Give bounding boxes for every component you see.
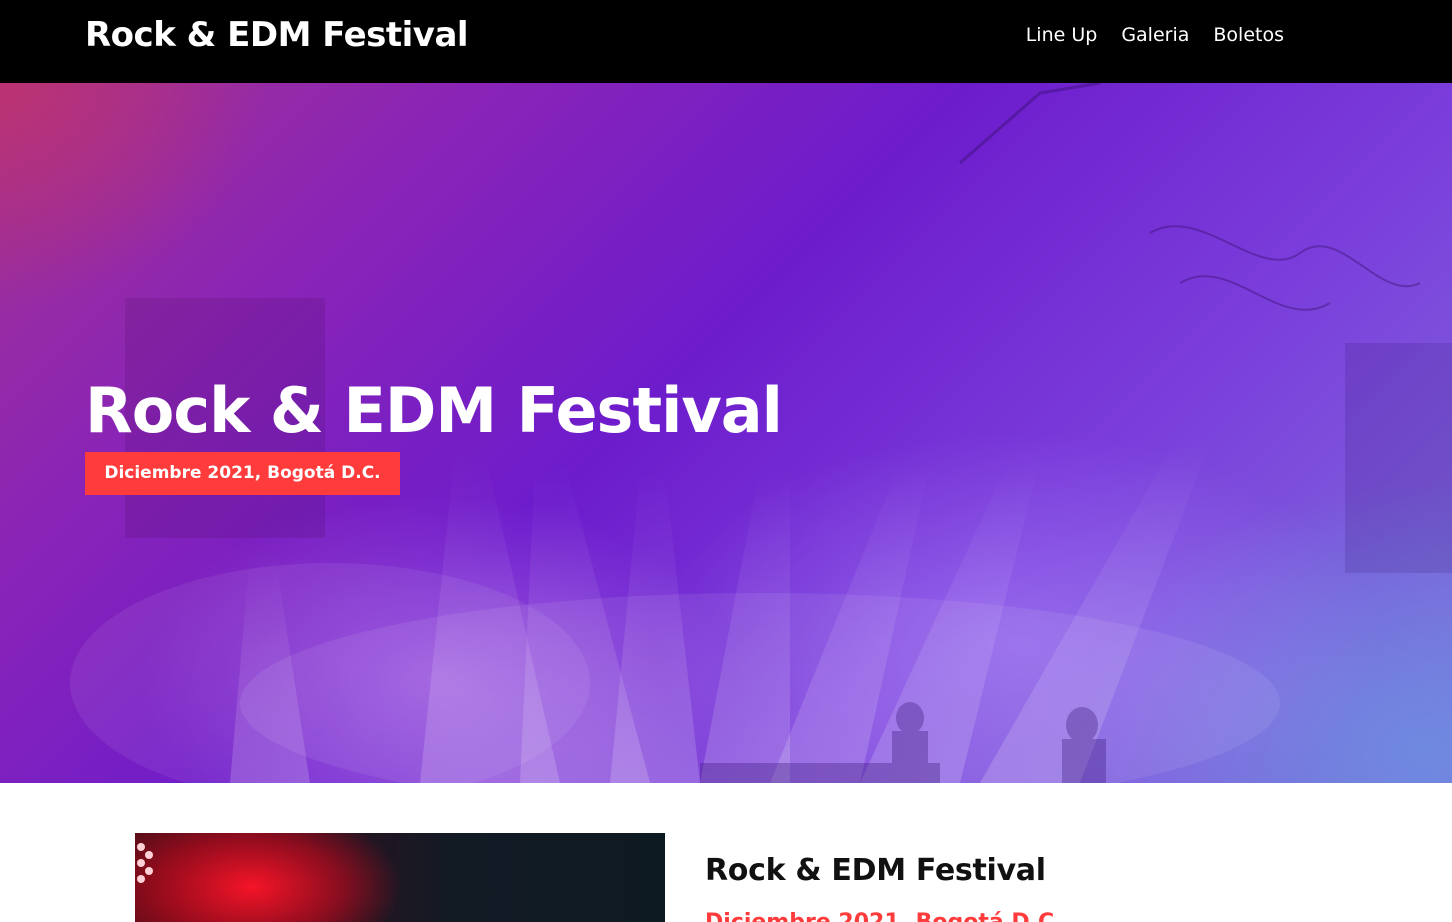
nav-link-galeria[interactable]: Galeria [1121,22,1189,48]
nav-link-boletos[interactable]: Boletos [1213,22,1284,48]
intro-concert-image [135,833,665,922]
site-header: Rock & EDM Festival Line Up Galeria Bole… [0,0,1452,83]
intro-title: Rock & EDM Festival [705,853,1046,888]
hero-date-badge: Diciembre 2021, Bogotá D.C. [85,452,400,495]
intro-date-text: Diciembre 2021, Bogotá D.C. [705,908,1063,922]
main-nav: Line Up Galeria Boletos [1026,22,1284,48]
hero-section: Rock & EDM Festival Diciembre 2021, Bogo… [0,83,1452,783]
stage-lights-icon [137,843,153,883]
site-logo[interactable]: Rock & EDM Festival [85,12,469,58]
nav-link-line-up[interactable]: Line Up [1026,22,1098,48]
intro-section: Rock & EDM Festival Diciembre 2021, Bogo… [0,783,1452,922]
stage-rigging [959,83,1421,311]
hero-title: Rock & EDM Festival [85,374,783,447]
